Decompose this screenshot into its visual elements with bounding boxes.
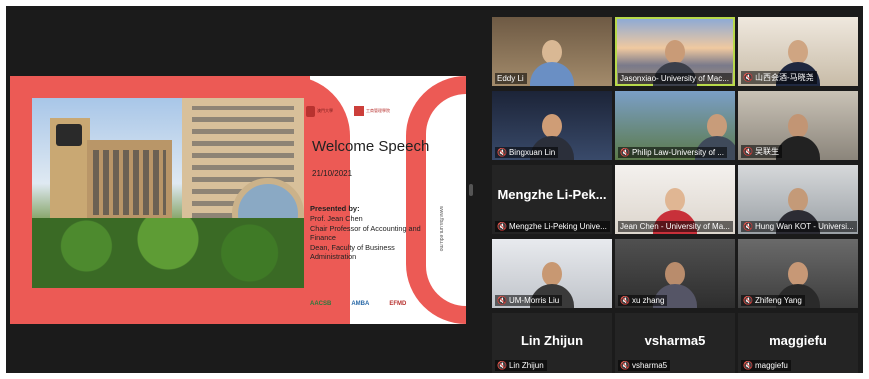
slide-content: 澳門大學 工商管理學院 Welcome Speech 21/10/2021 Pr… (302, 96, 442, 307)
video-tile[interactable]: 🔇 xu zhang (615, 239, 735, 308)
participant-name: 🔇 maggiefu (741, 360, 791, 371)
video-tile[interactable]: Jean Chen - University of Ma... (615, 165, 735, 234)
participant-name: Jasonxiao- University of Mac... (618, 73, 732, 84)
video-tile[interactable]: 🔇 Bingxuan Lin (492, 91, 612, 160)
mic-muted-icon: 🔇 (743, 361, 753, 370)
fba-logo: 工商管理學院 (354, 104, 402, 118)
video-tile[interactable]: 🔇 山西会酒-马晓尧 (738, 17, 858, 86)
participant-video (530, 40, 574, 86)
mic-muted-icon: 🔇 (743, 147, 753, 156)
participant-name: 🔇 Philip Law-University of ... (618, 147, 727, 158)
video-tile[interactable]: 🔇 Philip Law-University of ... (615, 91, 735, 160)
video-tile[interactable]: 🔇 Hung Wan KOT - Universi... (738, 165, 858, 234)
video-tile-avatar[interactable]: vsharma5 🔇 vsharma5 (615, 313, 735, 373)
slide-title: Welcome Speech (312, 138, 430, 155)
video-tile-avatar[interactable]: Lin Zhijun 🔇 Lin Zhijun (492, 313, 612, 373)
efmd-logo: EFMD (389, 301, 407, 307)
video-tile-avatar[interactable]: maggiefu 🔇 maggiefu (738, 313, 858, 373)
participant-name: 🔇 Zhifeng Yang (741, 295, 805, 306)
video-tile[interactable]: Eddy Li (492, 17, 612, 86)
mic-muted-icon: 🔇 (743, 296, 753, 305)
participant-display-name: Mengzhe Li-Pek... (497, 187, 607, 202)
shared-slide: 澳門大學 工商管理學院 Welcome Speech 21/10/2021 Pr… (10, 76, 466, 324)
participant-name: 🔇 Bingxuan Lin (495, 147, 559, 158)
um-logo: 澳門大學 (306, 104, 342, 118)
mic-muted-icon: 🔇 (497, 148, 507, 157)
participant-name: 🔇 Hung Wan KOT - Universi... (741, 221, 857, 232)
accreditation-logos: AACSB AMBA EFMD (310, 301, 406, 307)
participant-video (776, 114, 820, 160)
presenter-title: Chair Professor of Accounting and Financ… (310, 224, 421, 242)
slide-url: www.fba.um.edu.mo (438, 206, 444, 252)
participant-name: 🔇 吴联生 (741, 145, 782, 158)
campus-photo (32, 98, 304, 288)
slide-date: 21/10/2021 (312, 169, 353, 178)
meeting-window: 澳門大學 工商管理學院 Welcome Speech 21/10/2021 Pr… (6, 6, 863, 373)
participant-name: 🔇 xu zhang (618, 295, 668, 306)
participant-name: 🔇 vsharma5 (618, 360, 671, 371)
participant-name: 🔇 Lin Zhijun (495, 360, 547, 371)
video-tile[interactable]: 🔇 Zhifeng Yang (738, 239, 858, 308)
participant-name: 🔇 UM-Morris Liu (495, 295, 563, 306)
participant-display-name: maggiefu (769, 333, 827, 348)
presenter-dept: Dean, Faculty of Business Administration (310, 243, 395, 261)
video-tile-active[interactable]: Jasonxiao- University of Mac... (615, 17, 735, 86)
mic-muted-icon: 🔇 (620, 361, 630, 370)
presenter-name: Prof. Jean Chen (310, 214, 363, 223)
video-tile[interactable]: 🔇 UM-Morris Liu (492, 239, 612, 308)
aacsb-logo: AACSB (310, 301, 332, 307)
mic-muted-icon: 🔇 (497, 222, 507, 231)
mic-muted-icon: 🔇 (497, 296, 507, 305)
presented-by-label: Presented by: (310, 204, 360, 213)
participant-name: Jean Chen - University of Ma... (618, 221, 733, 232)
slide-logos: 澳門大學 工商管理學院 (306, 104, 442, 118)
participant-name: 🔇 Mengzhe Li-Peking Unive... (495, 221, 610, 232)
mic-muted-icon: 🔇 (497, 361, 507, 370)
mic-muted-icon: 🔇 (620, 296, 630, 305)
participant-name: 🔇 山西会酒-马晓尧 (741, 71, 817, 84)
video-tile[interactable]: 🔇 吴联生 (738, 91, 858, 160)
video-tile-avatar[interactable]: Mengzhe Li-Pek... 🔇 Mengzhe Li-Peking Uni… (492, 165, 612, 234)
participant-display-name: Lin Zhijun (520, 333, 584, 348)
amba-logo: AMBA (351, 301, 370, 307)
participant-display-name: vsharma5 (644, 333, 706, 348)
mic-muted-icon: 🔇 (620, 148, 630, 157)
participant-name: Eddy Li (495, 73, 527, 84)
mic-muted-icon: 🔇 (743, 222, 753, 231)
mic-muted-icon: 🔇 (743, 73, 753, 82)
panel-resize-handle[interactable] (469, 184, 473, 196)
